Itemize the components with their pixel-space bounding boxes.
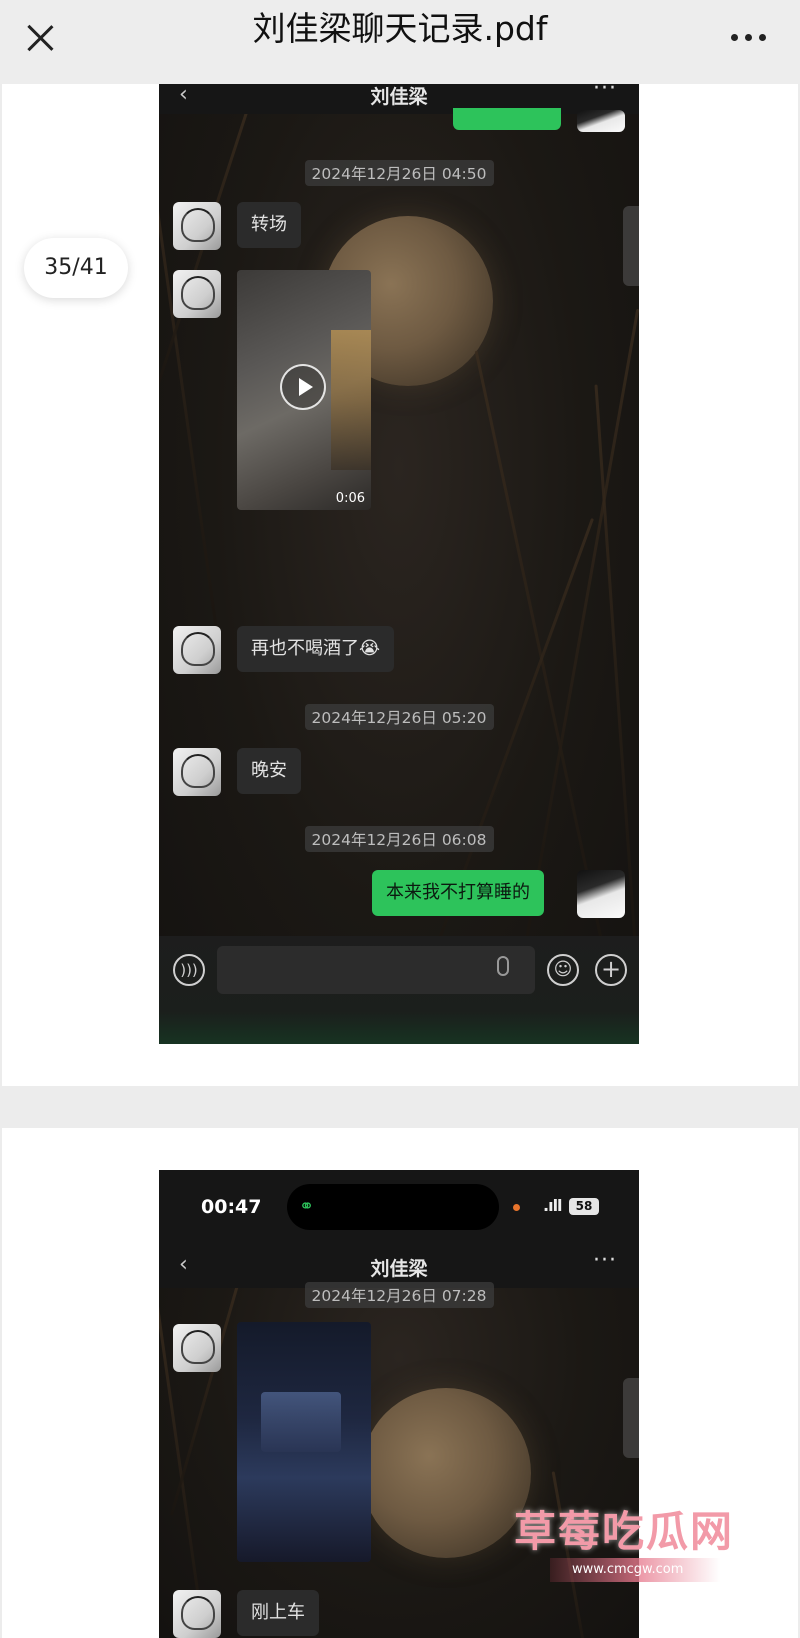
watermark: 草莓吃瓜网 www.cmcgw.com bbox=[514, 1498, 735, 1582]
recording-indicator bbox=[513, 1204, 520, 1211]
video-message[interactable] bbox=[237, 1322, 371, 1562]
message-bubble[interactable]: 晚安 bbox=[237, 748, 301, 794]
more-icon[interactable]: ··· bbox=[593, 1248, 617, 1273]
chat-screenshot: ‹ 刘佳梁 ··· 2024年12月26日 04:50 转场 0:06 再也不喝… bbox=[159, 84, 639, 1044]
moon-background bbox=[361, 1388, 531, 1558]
watermark-text: 草莓吃瓜网 bbox=[514, 1507, 735, 1556]
play-icon[interactable] bbox=[280, 364, 326, 410]
timestamp: 2024年12月26日 07:28 bbox=[159, 1282, 639, 1308]
scroll-handle[interactable] bbox=[623, 206, 639, 286]
voice-icon[interactable]: ))) bbox=[173, 954, 205, 986]
contact-avatar[interactable] bbox=[173, 202, 221, 250]
sent-bubble-partial bbox=[453, 108, 561, 130]
chat-input-bar: ))) ☺ + bbox=[159, 936, 639, 1044]
battery-icon: 58 bbox=[569, 1198, 599, 1215]
contact-name: 刘佳梁 bbox=[370, 1258, 428, 1280]
my-avatar bbox=[577, 110, 625, 132]
video-duration: 0:06 bbox=[335, 491, 365, 506]
status-bar: 00:47 ⚭ .ıll 58 bbox=[159, 1170, 639, 1246]
timestamp: 2024年12月26日 06:08 bbox=[159, 826, 639, 852]
contact-avatar[interactable] bbox=[173, 270, 221, 318]
more-options-icon[interactable] bbox=[731, 34, 766, 41]
message-bubble[interactable]: 转场 bbox=[237, 202, 301, 248]
microphone-icon[interactable] bbox=[497, 956, 509, 976]
contact-avatar[interactable] bbox=[173, 626, 221, 674]
chat-header: ‹ 刘佳梁 ··· bbox=[159, 84, 639, 114]
timestamp: 2024年12月26日 04:50 bbox=[159, 160, 639, 186]
plus-icon[interactable]: + bbox=[595, 954, 627, 986]
watermark-url: www.cmcgw.com bbox=[550, 1558, 720, 1582]
contact-avatar[interactable] bbox=[173, 1590, 221, 1638]
message-bubble[interactable]: 刚上车 bbox=[237, 1590, 319, 1636]
emoji-icon[interactable]: ☺ bbox=[547, 954, 579, 986]
contact-avatar[interactable] bbox=[173, 748, 221, 796]
signal-icon: .ıll bbox=[543, 1196, 563, 1215]
viewer-toolbar: 刘佳梁聊天记录.pdf bbox=[0, 0, 800, 84]
message-input[interactable] bbox=[217, 946, 535, 994]
page-indicator: 35/41 bbox=[24, 238, 128, 298]
sent-message-bubble[interactable]: 本来我不打算睡的 bbox=[372, 870, 544, 916]
link-icon: ⚭ bbox=[299, 1196, 315, 1217]
video-message[interactable]: 0:06 bbox=[237, 270, 371, 510]
contact-avatar[interactable] bbox=[173, 1324, 221, 1372]
document-title: 刘佳梁聊天记录.pdf bbox=[252, 9, 548, 48]
timestamp: 2024年12月26日 05:20 bbox=[159, 704, 639, 730]
contact-name: 刘佳梁 bbox=[370, 86, 428, 108]
message-bubble[interactable]: 再也不喝酒了😭 bbox=[237, 626, 395, 672]
status-time: 00:47 bbox=[201, 1196, 262, 1218]
more-icon[interactable]: ··· bbox=[593, 84, 617, 101]
my-avatar bbox=[577, 870, 625, 918]
scroll-handle[interactable] bbox=[623, 1378, 639, 1458]
